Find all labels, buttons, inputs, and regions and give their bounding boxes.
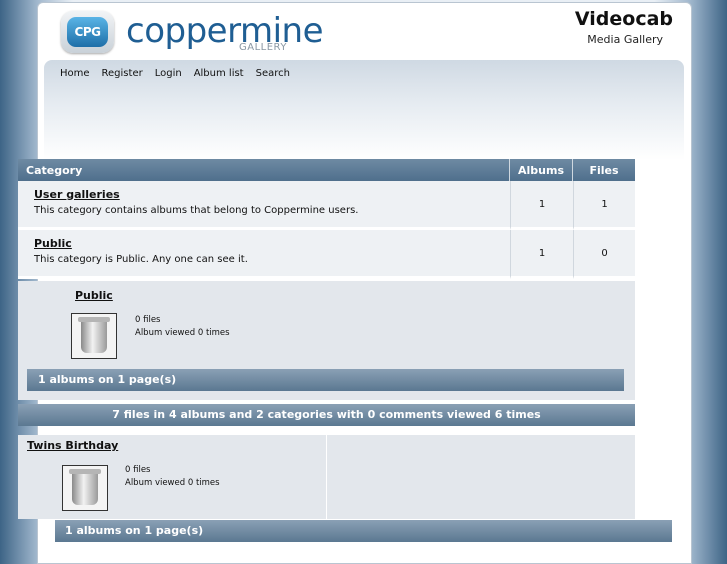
logo-badge-text: CPG — [67, 17, 108, 47]
albums-count: 1 — [510, 181, 573, 230]
main-nav: Home Register Login Album list Search — [60, 68, 290, 79]
trash-can-icon[interactable] — [71, 313, 117, 359]
nav-register[interactable]: Register — [102, 68, 143, 79]
category-table: Category Albums Files User galleries Thi… — [18, 159, 635, 279]
album-page-count: 1 albums on 1 page(s) — [27, 369, 624, 391]
logo-text[interactable]: coppermine — [126, 11, 324, 51]
user-album-panel: Twins Birthday 0 files Album viewed 0 ti… — [18, 435, 635, 519]
album-list-panel: Public 0 files Album viewed 0 times 1 al… — [18, 281, 635, 400]
album-view-count: Album viewed 0 times — [135, 328, 230, 338]
panel-divider — [326, 435, 327, 519]
site-description: Media Gallery — [587, 33, 663, 46]
albums-count: 1 — [510, 230, 573, 279]
album-meta: 0 files Album viewed 0 times — [125, 464, 220, 490]
nav-band: Home Register Login Album list Search — [44, 60, 684, 160]
category-cell: Public This category is Public. Any one … — [18, 230, 510, 279]
category-link-public[interactable]: Public — [34, 237, 72, 250]
album-link-public[interactable]: Public — [75, 289, 113, 302]
header-category: Category — [18, 159, 510, 181]
nav-home[interactable]: Home — [60, 68, 90, 79]
album-title: Twins Birthday — [27, 439, 118, 452]
trash-can-icon[interactable] — [62, 465, 108, 511]
header-files: Files — [573, 159, 635, 181]
album-file-count: 0 files — [135, 315, 161, 325]
nav-login[interactable]: Login — [155, 68, 182, 79]
table-row: User galleries This category contains al… — [18, 181, 635, 230]
site-title: Videocab — [574, 8, 673, 30]
category-description: This category is Public. Any one can see… — [34, 253, 248, 265]
album-page-count: 1 albums on 1 page(s) — [55, 520, 672, 542]
album-title: Public — [75, 289, 113, 302]
category-link-user-galleries[interactable]: User galleries — [34, 188, 120, 201]
category-description: This category contains albums that belon… — [34, 204, 359, 216]
header-albums: Albums — [510, 159, 573, 181]
album-file-count: 0 files — [125, 465, 151, 475]
album-view-count: Album viewed 0 times — [125, 478, 220, 488]
category-cell: User galleries This category contains al… — [18, 181, 510, 230]
logo-subtext: GALLERY — [239, 42, 287, 53]
table-row: Public This category is Public. Any one … — [18, 230, 635, 279]
album-link-twins-birthday[interactable]: Twins Birthday — [27, 439, 118, 452]
album-meta: 0 files Album viewed 0 times — [135, 314, 230, 340]
files-count: 1 — [573, 181, 635, 230]
category-table-header: Category Albums Files — [18, 159, 635, 181]
cpg-logo-icon[interactable]: CPG — [61, 11, 114, 53]
nav-search[interactable]: Search — [256, 68, 290, 79]
gallery-stats: 7 files in 4 albums and 2 categories wit… — [18, 404, 635, 426]
files-count: 0 — [573, 230, 635, 279]
nav-album-list[interactable]: Album list — [194, 68, 244, 79]
